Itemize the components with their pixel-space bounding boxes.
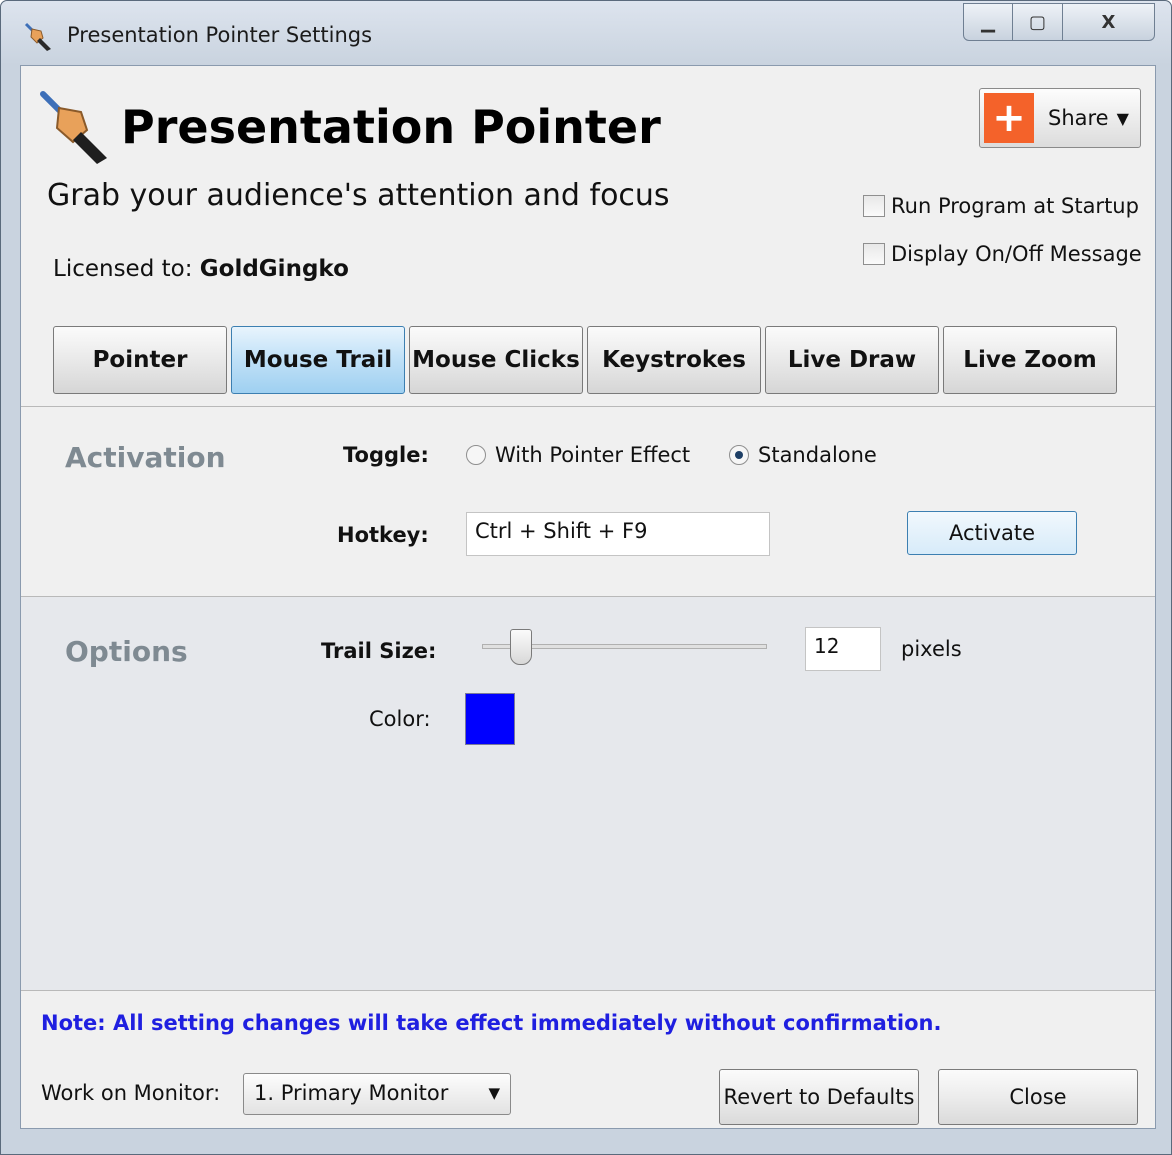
color-label: Color:: [369, 707, 431, 731]
run-at-startup-label: Run Program at Startup: [891, 194, 1139, 218]
feature-tabs: Pointer Mouse Trail Mouse Clicks Keystro…: [53, 326, 1123, 394]
license-info: Licensed to: GoldGingko: [53, 256, 349, 282]
display-message-label: Display On/Off Message: [891, 242, 1142, 266]
confirmation-note: Note: All setting changes will take effe…: [41, 1011, 942, 1035]
title-bar[interactable]: Presentation Pointer Settings ▁ ▢ X: [1, 1, 1171, 65]
monitor-select[interactable]: 1. Primary Monitor ▼: [243, 1073, 511, 1115]
trail-size-unit: pixels: [901, 637, 962, 661]
pointer-logo-icon: [40, 91, 107, 164]
tab-mouse-clicks[interactable]: Mouse Clicks: [409, 326, 583, 394]
with-pointer-effect-radio[interactable]: [466, 445, 486, 465]
app-title: Presentation Pointer: [121, 100, 661, 154]
with-pointer-effect-label: With Pointer Effect: [495, 443, 691, 467]
trail-size-label: Trail Size:: [321, 639, 437, 663]
with-pointer-effect-option[interactable]: With Pointer Effect: [466, 443, 690, 467]
color-swatch[interactable]: [465, 693, 515, 745]
header-area: Presentation Pointer Grab your audience'…: [21, 66, 1155, 402]
settings-window: Presentation Pointer Settings ▁ ▢ X Pres…: [0, 0, 1172, 1155]
license-label: Licensed to:: [53, 256, 193, 282]
plus-icon: +: [984, 93, 1034, 143]
standalone-option[interactable]: Standalone: [729, 443, 877, 467]
tab-keystrokes[interactable]: Keystrokes: [587, 326, 761, 394]
display-message-checkbox[interactable]: [863, 243, 885, 265]
window-title: Presentation Pointer Settings: [67, 23, 373, 47]
window-controls: ▁ ▢ X: [963, 3, 1155, 41]
run-at-startup-option[interactable]: Run Program at Startup: [863, 194, 1139, 218]
activate-button[interactable]: Activate: [907, 511, 1077, 555]
app-icon: [24, 22, 51, 51]
trail-size-input[interactable]: 12: [805, 627, 881, 671]
tab-live-zoom[interactable]: Live Zoom: [943, 326, 1117, 394]
activation-title: Activation: [65, 441, 226, 474]
client-area: Presentation Pointer Grab your audience'…: [20, 65, 1156, 1129]
tagline: Grab your audience's attention and focus: [47, 178, 670, 213]
options-section: Options Trail Size: 12 pixels Color:: [21, 596, 1155, 990]
monitor-select-value: 1. Primary Monitor: [254, 1081, 449, 1105]
standalone-label: Standalone: [758, 443, 877, 467]
display-message-option[interactable]: Display On/Off Message: [863, 242, 1142, 266]
tab-live-draw[interactable]: Live Draw: [765, 326, 939, 394]
hotkey-label: Hotkey:: [337, 523, 429, 547]
share-button[interactable]: + Share ▼: [979, 88, 1141, 148]
share-label: Share: [1048, 106, 1109, 130]
license-name: GoldGingko: [199, 256, 349, 282]
dropdown-caret-icon: ▼: [1116, 108, 1129, 128]
trail-size-slider[interactable]: [482, 629, 767, 669]
standalone-radio[interactable]: [729, 445, 749, 465]
close-button[interactable]: Close: [938, 1069, 1138, 1125]
footer-area: Note: All setting changes will take effe…: [21, 990, 1155, 1128]
minimize-button[interactable]: ▁: [963, 3, 1013, 41]
activation-section: Activation Toggle: With Pointer Effect S…: [21, 406, 1155, 594]
options-title: Options: [65, 635, 188, 668]
tab-pointer[interactable]: Pointer: [53, 326, 227, 394]
monitor-label: Work on Monitor:: [41, 1081, 221, 1105]
maximize-button[interactable]: ▢: [1013, 3, 1063, 41]
run-at-startup-checkbox[interactable]: [863, 195, 885, 217]
slider-thumb[interactable]: [510, 629, 532, 665]
tab-mouse-trail[interactable]: Mouse Trail: [231, 326, 405, 394]
hotkey-input[interactable]: Ctrl + Shift + F9: [466, 512, 770, 556]
close-window-button[interactable]: X: [1063, 3, 1155, 41]
toggle-label: Toggle:: [343, 443, 429, 467]
dropdown-caret-icon: ▼: [488, 1084, 500, 1102]
revert-to-defaults-button[interactable]: Revert to Defaults: [719, 1069, 919, 1125]
